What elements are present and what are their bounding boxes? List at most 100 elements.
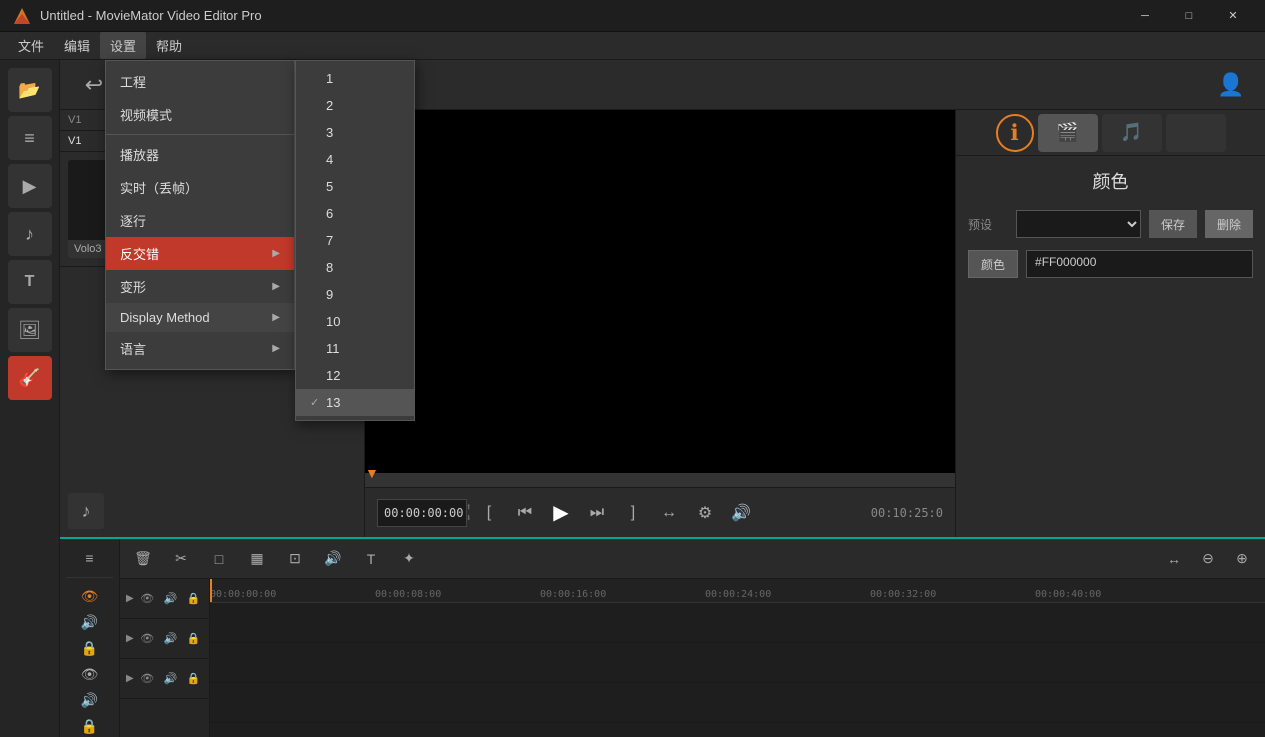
track-header-video-1: ▶ 👁 🔊 🔒 [120,579,209,619]
track-audio-2[interactable]: 🔊 [161,629,180,649]
scrub-bar[interactable] [365,481,955,487]
color-value-display[interactable]: #FF000000 [1026,250,1253,278]
sidebar-item-list[interactable]: ≡ [8,116,52,160]
dd-project[interactable]: 工程 [106,65,294,98]
dd-video-mode[interactable]: 视频模式 [106,98,294,131]
menu-edit[interactable]: 编辑 [54,32,100,59]
current-time-display[interactable]: 00:00:00:00 ⬆⬇ [377,499,467,527]
ruler-mark-5: 00:00:40:00 [1035,589,1101,600]
dd-deinterlace[interactable]: 反交错 ▶ [106,237,294,270]
timeline-tools-separator [66,577,113,578]
close-button[interactable]: ✕ [1213,0,1253,32]
volume-button[interactable]: 🔊 [727,499,755,527]
dd-display-method[interactable]: Display Method ▶ [106,303,294,332]
color-swatch-button[interactable]: 颜色 [968,250,1018,278]
track-vis-1[interactable]: 👁 [138,589,157,609]
timeline-main: 🗑 ✂ □ ▦ ⊡ 🔊 T ✦ ↔ ⊖ ⊕ [120,539,1265,737]
dd-progressive[interactable]: 逐行 [106,204,294,237]
tl-copy-button[interactable]: □ [204,545,234,573]
dd-language[interactable]: 语言 ▶ [106,332,294,365]
prop-tab-extra[interactable] [1166,114,1226,152]
tl-cut-button[interactable]: ✂ [166,545,196,573]
sub-item-6[interactable]: 6 [296,200,414,227]
track-lock-1[interactable]: 🔒 [72,637,108,659]
user-button[interactable]: 👤 [1213,67,1249,103]
delete-preset-button[interactable]: 删除 [1205,210,1253,238]
maximize-button[interactable]: □ [1169,0,1209,32]
track-vis-3[interactable]: 👁 [138,669,157,689]
minimize-button[interactable]: ─ [1125,0,1165,32]
tl-fx-button[interactable]: ✦ [394,545,424,573]
track-lock-video-1[interactable]: 🔊 [72,612,108,634]
settings-button[interactable]: ⚙ [691,499,719,527]
track-lock-icon-1[interactable]: 🔒 [184,589,203,609]
track-lock-2[interactable]: 🔒 [72,715,108,737]
track-visibility-video-2[interactable]: 👁 [72,663,108,685]
tl-fit-button[interactable]: ↔ [1159,545,1189,573]
track-visibility-video-1[interactable]: 👁 [72,586,108,608]
timeline-tool-1[interactable]: ≡ [72,547,108,569]
track-lock-icon-3[interactable]: 🔒 [184,669,203,689]
preview-area: ▼ 00:00:00:00 ⬆⬇ [ ⏮ ▶ ⏭ ] [365,110,955,537]
tl-text-button[interactable]: T [356,545,386,573]
properties-content: 颜色 预设 保存 删除 颜色 #FF000000 [956,156,1265,290]
dd-player[interactable]: 播放器 [106,138,294,171]
sub-item-4[interactable]: 4 [296,146,414,173]
tl-paste-button[interactable]: ▦ [242,545,272,573]
sub-item-12[interactable]: 12 [296,362,414,389]
menu-file[interactable]: 文件 [8,32,54,59]
sub-item-7[interactable]: 7 [296,227,414,254]
track-lock-video-2[interactable]: 🔊 [72,689,108,711]
app-logo [12,6,32,26]
track-row-video-1[interactable] [210,603,1265,643]
menu-help[interactable]: 帮助 [146,32,192,59]
prop-tab-video[interactable]: 🎬 [1038,114,1098,152]
fit-button[interactable]: ↔ [655,499,683,527]
mark-out-button[interactable]: ] [619,499,647,527]
sub-item-3[interactable]: 3 [296,119,414,146]
track-vis-2[interactable]: 👁 [138,629,157,649]
sub-item-11[interactable]: 11 [296,335,414,362]
sub-item-13[interactable]: ✓13 [296,389,414,416]
sidebar-item-video[interactable]: ▶ [8,164,52,208]
sidebar-item-folder[interactable]: 📂 [8,68,52,112]
track-row-audio-1[interactable] [210,683,1265,723]
save-preset-button[interactable]: 保存 [1149,210,1197,238]
prop-tab-info[interactable]: ℹ [996,114,1034,152]
track-lock-icon-2[interactable]: 🔒 [184,629,203,649]
step-back-button[interactable]: ⏮ [511,499,539,527]
sub-item-2[interactable]: 2 [296,92,414,119]
tl-zoom-in-button[interactable]: ⊕ [1227,545,1257,573]
playhead [210,579,212,602]
prop-tab-audio[interactable]: 🎵 [1102,114,1162,152]
sidebar-item-image[interactable]: 🖼 [8,308,52,352]
add-media-button[interactable]: ♪ [68,493,104,529]
track-audio-1[interactable]: 🔊 [161,589,180,609]
sub-item-8[interactable]: 8 [296,254,414,281]
preset-select[interactable] [1016,210,1141,238]
timeline-ruler-area[interactable]: 00:00:00:00 00:00:08:00 00:00:16:00 00:0… [210,579,1265,737]
sidebar-item-effects[interactable]: 🎸 [8,356,52,400]
step-forward-button[interactable]: ⏭ [583,499,611,527]
sub-item-1[interactable]: 1 [296,65,414,92]
tl-toolbar-right: ↔ ⊖ ⊕ [1159,545,1257,573]
tl-zoom-out-button[interactable]: ⊖ [1193,545,1223,573]
sidebar-item-audio[interactable]: ♪ [8,212,52,256]
titlebar: Untitled - MovieMator Video Editor Pro ─… [0,0,1265,32]
sub-item-10[interactable]: 10 [296,308,414,335]
tl-volume-button[interactable]: 🔊 [318,545,348,573]
mark-in-button[interactable]: [ [475,499,503,527]
tl-trim-button[interactable]: ⊡ [280,545,310,573]
dd-realtime[interactable]: 实时（丢帧） [106,171,294,204]
track-audio-3[interactable]: 🔊 [161,669,180,689]
sub-item-5[interactable]: 5 [296,173,414,200]
menu-settings[interactable]: 设置 [100,32,146,59]
track-row-video-2[interactable] [210,643,1265,683]
track-audio-icon: ▶ [126,673,134,684]
sidebar-item-text[interactable]: T [8,260,52,304]
sub-item-9[interactable]: 9 [296,281,414,308]
play-button[interactable]: ▶ [547,499,575,527]
time-spinner[interactable]: ⬆⬇ [465,502,471,524]
tl-delete-button[interactable]: 🗑 [128,545,158,573]
dd-transform[interactable]: 变形 ▶ [106,270,294,303]
